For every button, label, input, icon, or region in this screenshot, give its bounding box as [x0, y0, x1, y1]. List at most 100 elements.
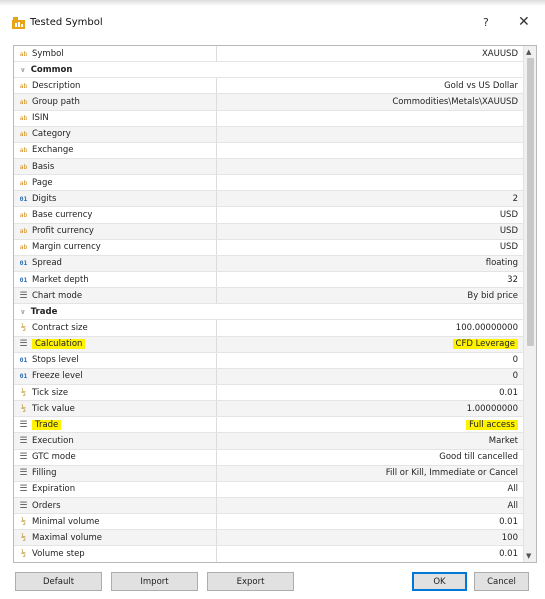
property-value-cell[interactable]: 1.00000000 [217, 401, 524, 416]
section-header[interactable]: ∨ Common [14, 62, 524, 79]
property-row[interactable]: ☰ Calculation CFD Leverage [14, 336, 524, 353]
property-value-cell[interactable]: 2 [217, 191, 524, 206]
property-row[interactable]: ☰ Filling Fill or Kill, Immediate or Cance… [14, 465, 524, 482]
property-row[interactable]: 01 Freeze level 0 [14, 368, 524, 385]
property-row[interactable]: 01 Spread floating [14, 255, 524, 272]
chevron-down-icon[interactable]: ∨ [20, 66, 26, 74]
property-value-cell[interactable]: CFD Leverage [217, 337, 524, 352]
section-header[interactable]: ∨ Trade [14, 304, 524, 321]
property-value-cell[interactable]: Good till cancelled [217, 450, 524, 465]
property-row[interactable]: ½ Tick value 1.00000000 [14, 401, 524, 418]
property-row[interactable]: ½ Contract size 100.00000000 [14, 320, 524, 337]
property-value-cell[interactable]: XAUUSD [217, 46, 524, 61]
property-value-cell[interactable]: All [217, 498, 524, 513]
property-value: 0.01 [499, 548, 518, 559]
property-value-cell[interactable]: 0 [217, 353, 524, 368]
property-value-cell[interactable]: Gold vs US Dollar [217, 78, 524, 93]
section-name: ∨ Common [14, 62, 217, 77]
ok-button[interactable]: OK [412, 572, 467, 591]
property-value: floating [485, 258, 518, 269]
property-value-cell[interactable]: 32 [217, 272, 524, 287]
property-row[interactable]: ab Group path Commodities\Metals\XAUUSD [14, 94, 524, 111]
help-button[interactable]: ? [483, 16, 489, 29]
property-value-cell[interactable]: By bid price [217, 288, 524, 303]
property-name: Freeze level [32, 371, 83, 382]
property-value: CFD Leverage [452, 339, 518, 350]
property-value-cell[interactable]: USD [217, 207, 524, 222]
property-name-cell: ab Symbol [14, 46, 217, 62]
property-name-cell: ab Page [14, 175, 217, 191]
property-row[interactable]: ab Margin currency USD [14, 239, 524, 256]
property-row[interactable]: ☰ GTC mode Good till cancelled [14, 449, 524, 466]
property-row[interactable]: ab Profit currency USD [14, 223, 524, 240]
property-value-cell[interactable]: USD [217, 224, 524, 239]
property-grid[interactable]: ab Symbol XAUUSD ∨ Common ab Description Gold v… [13, 45, 537, 563]
property-value-cell[interactable]: Full access [217, 417, 524, 432]
cancel-button[interactable]: Cancel [474, 572, 529, 591]
property-row[interactable]: ☰ Chart mode By bid price [14, 288, 524, 305]
property-value-cell[interactable]: 0 [217, 369, 524, 384]
property-name: Minimal volume [32, 516, 100, 527]
property-value-cell[interactable]: 100.00000000 [217, 320, 524, 335]
property-value: 100.00000000 [455, 322, 518, 333]
close-button[interactable]: ✕ [518, 14, 530, 30]
property-row[interactable]: ☰ Orders All [14, 497, 524, 515]
property-row[interactable]: 01 Digits 2 [14, 191, 524, 208]
property-value-cell[interactable]: USD [217, 240, 524, 255]
property-row[interactable]: ab Page [14, 175, 524, 192]
property-row[interactable]: ☰ Trade Full access [14, 417, 524, 434]
property-value-cell[interactable]: Market [217, 433, 524, 448]
property-row[interactable]: ☰ Expiration All [14, 481, 524, 498]
property-row[interactable]: ab Description Gold vs US Dollar [14, 78, 524, 95]
property-row[interactable]: ab Category [14, 126, 524, 143]
vertical-scrollbar[interactable]: ▲ ▼ [523, 46, 536, 562]
property-value-cell[interactable]: 0.01 [217, 514, 524, 529]
scrollbar-thumb[interactable] [527, 58, 534, 346]
property-name-cell: ab Profit currency [14, 223, 217, 239]
property-row[interactable]: ½ Tick size 0.01 [14, 384, 524, 402]
integer-type-icon: 01 [19, 372, 28, 381]
property-row[interactable]: ½ Volume step 0.01 [14, 546, 524, 562]
property-row[interactable]: 01 Market depth 32 [14, 271, 524, 289]
property-value: 0 [512, 371, 518, 382]
property-row[interactable]: ☰ Execution Market [14, 433, 524, 450]
property-value-cell[interactable] [217, 111, 524, 126]
property-value: USD [499, 242, 518, 253]
property-value-cell[interactable] [217, 159, 524, 174]
text-type-icon: ab [19, 114, 28, 123]
property-row[interactable]: 01 Stops level 0 [14, 352, 524, 369]
property-value-cell[interactable] [217, 127, 524, 142]
property-value-cell[interactable]: 100 [217, 530, 524, 545]
list-type-icon: ☰ [19, 435, 28, 446]
property-name-cell: ab Basis [14, 158, 217, 175]
scroll-up-arrow-icon[interactable]: ▲ [526, 48, 531, 56]
property-row[interactable]: ½ Maximal volume 100 [14, 530, 524, 547]
default-button[interactable]: Default [15, 572, 102, 591]
property-value-cell[interactable] [217, 175, 524, 190]
property-value-cell[interactable]: 0.01 [217, 546, 524, 561]
property-row[interactable]: ab Basis [14, 158, 524, 176]
scroll-down-arrow-icon[interactable]: ▼ [526, 552, 531, 560]
property-row[interactable]: ab Symbol XAUUSD [14, 46, 524, 63]
property-value-cell[interactable] [217, 143, 524, 158]
property-row[interactable]: ab Base currency USD [14, 207, 524, 224]
property-value-cell[interactable]: Fill or Kill, Immediate or Cancel [217, 466, 524, 481]
property-row[interactable]: ½ Minimal volume 0.01 [14, 514, 524, 531]
export-button[interactable]: Export [207, 572, 294, 591]
property-name: Tick size [32, 387, 69, 398]
property-name-cell: ☰ Trade [14, 417, 217, 433]
property-row[interactable]: ab Exchange [14, 142, 524, 159]
chevron-down-icon[interactable]: ∨ [20, 308, 26, 316]
property-value: Fill or Kill, Immediate or Cancel [385, 468, 518, 479]
property-name-cell: ab Group path [14, 94, 217, 110]
text-type-icon: ab [19, 178, 28, 187]
property-value-cell[interactable]: All [217, 482, 524, 497]
property-value-cell[interactable]: 0.01 [217, 385, 524, 400]
property-value: USD [499, 226, 518, 237]
property-name: Trade [32, 419, 62, 430]
property-row[interactable]: ab ISIN [14, 110, 524, 127]
property-value-cell[interactable]: floating [217, 256, 524, 271]
property-value-cell[interactable]: Commodities\Metals\XAUUSD [217, 94, 524, 109]
property-name: Volume step [32, 548, 85, 559]
import-button[interactable]: Import [111, 572, 198, 591]
